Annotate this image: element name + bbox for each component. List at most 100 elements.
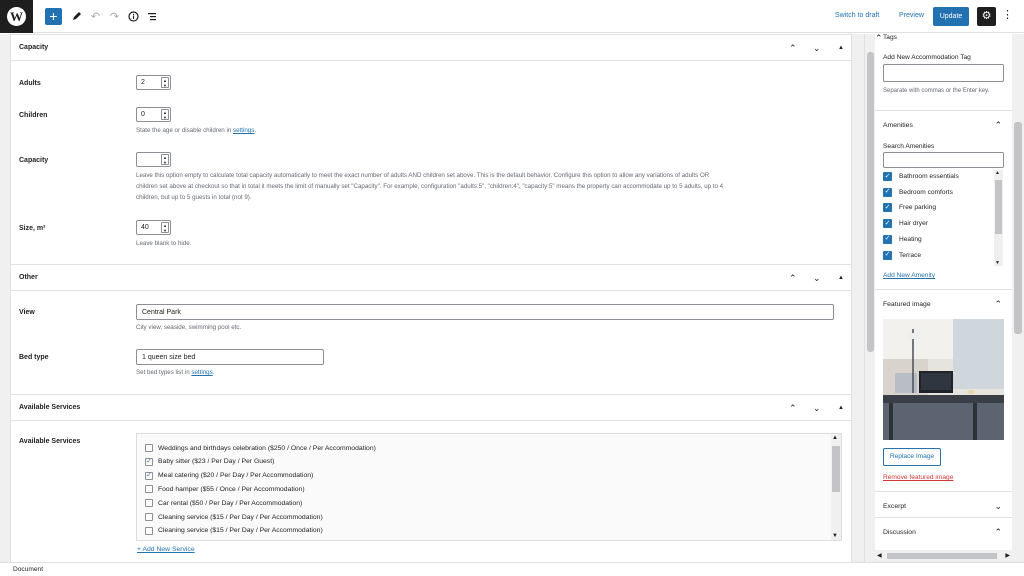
service-item[interactable]: ✓ Meal catering ($20 / Per Day / Per Acco… [145,471,314,480]
amenity-item[interactable]: ✓ Terrace [883,250,921,260]
service-item[interactable]: Food hamper ($55 / Once / Per Accommodat… [145,485,305,494]
discussion-panel-header[interactable]: Discussion ⌃ [875,517,1012,547]
replace-image-button[interactable]: Replace Image [883,448,941,466]
services-scrollbar[interactable]: ▲ ▼ [831,434,841,540]
size-input[interactable]: 40 ▲ ▼ [136,220,171,235]
amenity-label: Terrace [899,251,921,259]
gear-icon[interactable]: ⚙ [977,7,996,26]
amenity-item[interactable]: ✓ Hair dryer [883,219,928,229]
switch-to-draft-button[interactable]: Switch to draft [835,12,879,19]
featured-image-panel-header[interactable]: Featured image ⌃ [875,289,1012,319]
undo-icon[interactable]: ↶ [87,8,104,25]
chevron-up-icon[interactable]: ⌃ [994,299,1002,310]
service-checkbox[interactable] [145,526,153,535]
add-new-amenity-link[interactable]: Add New Amenity [883,272,935,279]
service-checkbox[interactable] [145,499,153,508]
view-input[interactable]: Central Park [136,304,834,320]
redo-icon[interactable]: ↷ [106,8,123,25]
spinner-icon[interactable]: ▲ ▼ [161,154,169,165]
capacity-input[interactable]: ▲ ▼ [136,152,171,167]
services-section-header[interactable]: Available Services ⌃ ⌄ ▲ [11,394,851,421]
other-section-header[interactable]: Other ⌃ ⌄ ▲ [11,264,851,291]
tag-input[interactable] [883,64,1004,82]
amenity-checkbox[interactable]: ✓ [883,172,892,181]
service-item[interactable]: Car rental ($50 / Per Day / Per Accommod… [145,499,303,508]
bed-type-input[interactable]: 1 queen size bed [136,349,324,365]
collapse-toggle-icon[interactable]: ▲ [838,275,844,281]
service-item[interactable]: Cleaning service ($15 / Per Day / Per Ac… [145,513,323,521]
chevron-down-icon[interactable]: ⌄ [813,43,821,54]
pencil-icon[interactable] [68,8,85,25]
chevron-down-icon[interactable]: ⌄ [994,501,1002,512]
sidebar-horizontal-scrollbar[interactable]: ◀ ▶ [875,550,1012,562]
update-button[interactable]: Update [933,7,969,26]
collapse-toggle-icon[interactable]: ▲ [838,45,844,51]
chevron-down-icon[interactable]: ⌄ [813,273,821,284]
chevron-up-icon[interactable]: ⌃ [994,120,1002,131]
search-amenities-input[interactable] [883,152,1004,168]
settings-sidebar: Tags ⌃ Add New Accommodation Tag Separat… [875,34,1012,562]
amenities-panel-header[interactable]: Amenities ⌃ [875,110,1012,140]
wordpress-logo[interactable]: W [0,0,33,33]
chevron-up-icon[interactable]: ⌃ [789,43,797,54]
chevron-up-icon[interactable]: ⌃ [789,273,797,284]
bed-settings-link[interactable]: settings [191,369,212,376]
more-vertical-icon[interactable]: ⋮ [1002,8,1013,21]
other-section-title: Other [19,274,38,281]
adults-input[interactable]: 2 ▲ ▼ [136,75,171,90]
amenity-checkbox[interactable]: ✓ [883,219,892,229]
amenity-checkbox[interactable]: ✓ [883,203,892,213]
add-block-button[interactable]: + [45,8,62,25]
amenity-item[interactable]: ✓ Bathroom essentials [883,172,959,181]
children-help: State the age or disable children in set… [136,127,257,134]
capacity-label: Capacity [19,157,49,164]
amenity-checkbox[interactable]: ✓ [883,187,892,197]
service-label: Meal catering ($20 / Per Day / Per Accom… [158,472,314,480]
service-checkbox[interactable] [145,444,153,452]
children-settings-link[interactable]: settings [233,127,254,134]
service-checkbox[interactable] [145,513,153,521]
spinner-icon[interactable]: ▲ ▼ [161,77,169,88]
service-item[interactable]: Weddings and birthdays celebration ($250… [145,444,376,452]
capacity-section-title: Capacity [19,44,49,51]
amenity-label: Bedroom comforts [899,188,953,196]
collapse-toggle-icon[interactable]: ▲ [838,405,844,411]
capacity-section-header[interactable]: Capacity ⌃ ⌄ ▲ [11,34,851,61]
service-checkbox[interactable] [145,485,153,494]
preview-button[interactable]: Preview [899,12,924,19]
amenity-item[interactable]: ✓ Free parking [883,203,936,213]
remove-featured-image-link[interactable]: Remove featured image [883,474,953,481]
meta-box-panel: Capacity ⌃ ⌄ ▲ Adults 2 ▲ ▼ Children 0 ▲ ▼… [10,34,852,562]
info-icon[interactable] [125,8,142,25]
amenities-scrollbar[interactable]: ▲ ▼ [994,170,1003,266]
chevron-up-icon[interactable]: ⌃ [994,527,1002,538]
editor-toolbar: W + ↶ ↷ Switch to draft Preview Update ⚙… [0,0,1024,33]
amenity-checkbox[interactable]: ✓ [883,234,892,244]
main-scrollbar[interactable] [864,34,875,562]
featured-image[interactable] [883,319,1004,440]
children-input[interactable]: 0 ▲ ▼ [136,107,171,122]
list-view-icon[interactable] [144,8,161,25]
service-checkbox[interactable]: ✓ [145,457,153,466]
adults-value: 2 [141,79,145,86]
add-new-service-link[interactable]: + Add New Service [137,546,195,553]
chevron-down-icon[interactable]: ⌄ [813,403,821,414]
service-label: Baby sitter ($23 / Per Day / Per Guest) [158,458,275,466]
sidebar-scrollbar[interactable] [1012,34,1024,562]
service-item[interactable]: ✓ Baby sitter ($23 / Per Day / Per Guest) [145,457,275,466]
breadcrumb-document[interactable]: Document [13,566,43,573]
spinner-icon[interactable]: ▲ ▼ [161,222,169,233]
tags-help: Separate with commas or the Enter key. [883,88,990,94]
service-item[interactable]: Cleaning service ($15 / Per Day / Per Ac… [145,526,323,535]
spinner-icon[interactable]: ▲ ▼ [161,109,169,120]
service-label: Car rental ($50 / Per Day / Per Accommod… [158,499,303,507]
amenity-item[interactable]: ✓ Bedroom comforts [883,187,953,197]
discussion-title: Discussion [883,529,916,536]
capacity-help: Leave this option empty to calculate tot… [136,172,724,201]
amenity-item[interactable]: ✓ Heating [883,234,922,244]
chevron-up-icon[interactable]: ⌃ [789,403,797,414]
add-tag-label: Add New Accommodation Tag [883,54,971,61]
services-checklist[interactable]: Weddings and birthdays celebration ($250… [136,433,842,541]
service-checkbox[interactable]: ✓ [145,471,153,480]
amenity-checkbox[interactable]: ✓ [883,250,892,260]
